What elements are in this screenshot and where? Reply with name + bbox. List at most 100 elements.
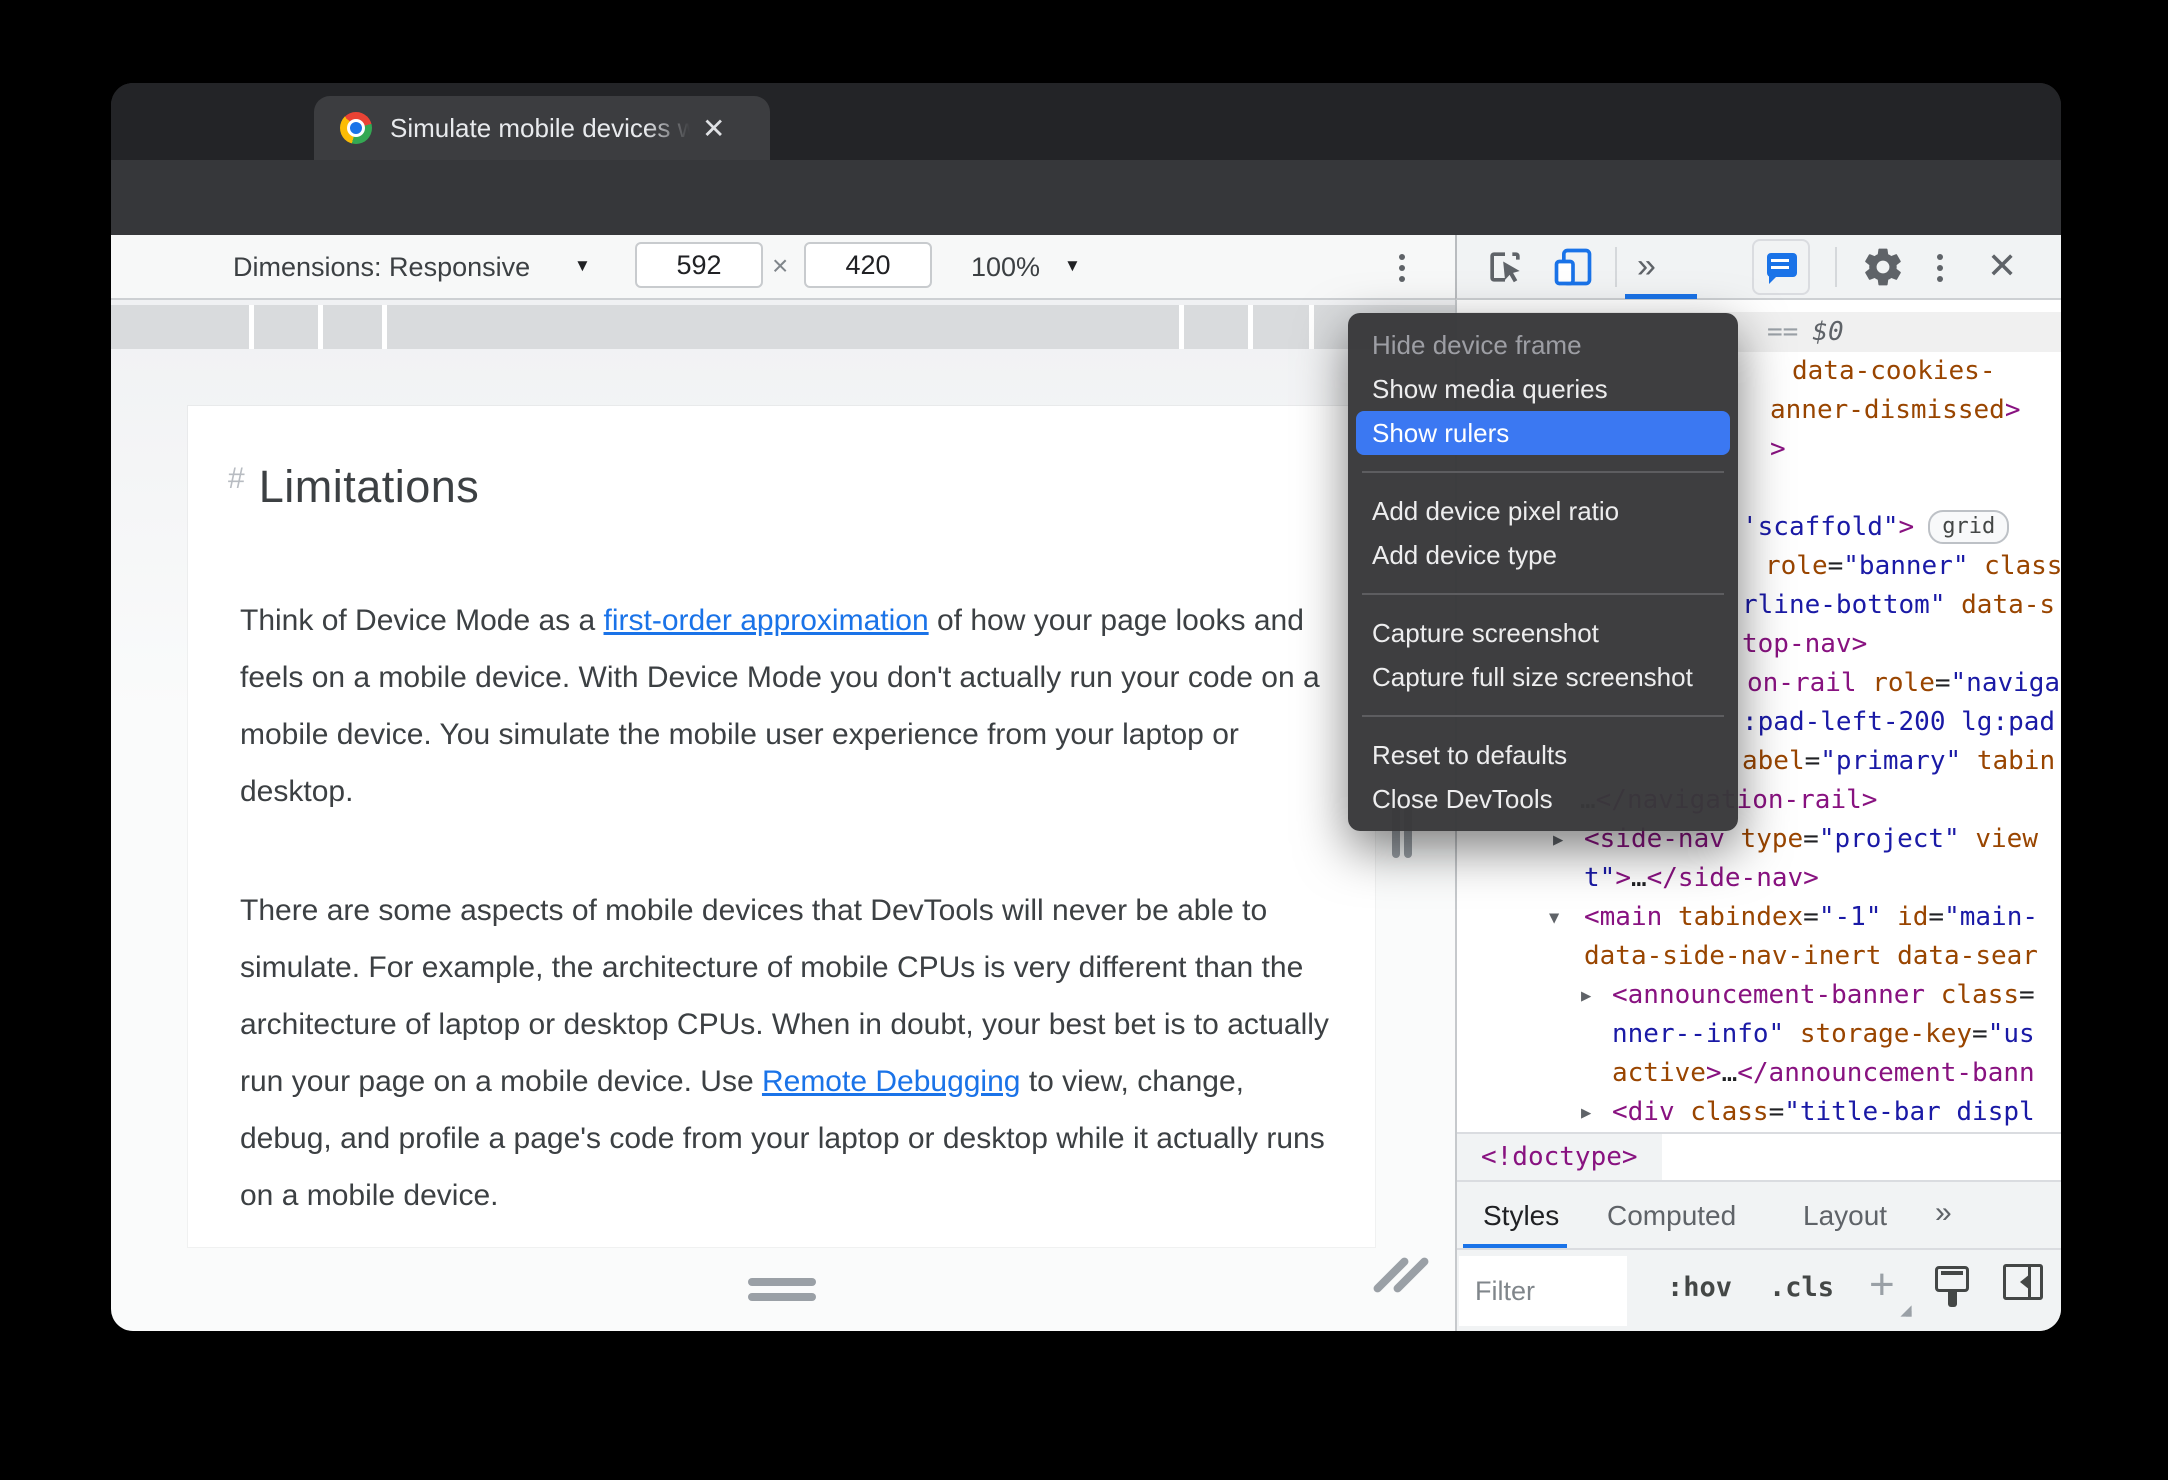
code-token: = [1803,902,1819,932]
viewport-resize-handle-bottom[interactable] [748,1293,816,1301]
settings-gear-icon[interactable] [1861,245,1905,289]
snap-tick [382,305,387,349]
devtools-toolbar: » ✕ [1455,235,2061,300]
code-token: tabin [1976,746,2056,776]
more-panels-icon[interactable]: » [1637,247,1656,286]
computed-sidebar-toggle-icon[interactable] [2003,1264,2043,1300]
dom-tree-line[interactable]: ▼ <main tabindex="-1" id="main- [1457,898,2061,937]
viewport-resize-handle-bottom[interactable] [748,1278,816,1286]
code-token: class [1984,551,2061,581]
toolbar-divider [1835,247,1837,287]
menu-item-reset-to-defaults[interactable]: Reset to defaults [1356,733,1730,777]
code-token: <announcement-banner [1612,980,1926,1010]
styles-filter-input[interactable] [1459,1256,1627,1326]
snap-tick [1248,305,1253,349]
page-heading: # Limitations [228,461,479,513]
browser-window: Simulate mobile devices with D ✕ + ⌄ ← →… [111,83,2061,1331]
expand-arrow-icon[interactable]: ▼ [1549,899,1559,938]
code-token: anner-dismissed [1770,395,2005,425]
snap-tick [249,305,254,349]
page-link[interactable]: Remote Debugging [762,1065,1021,1098]
code-token: = [1768,1097,1785,1127]
expand-arrow-icon[interactable]: ▶ [1581,1094,1591,1132]
code-token: = [1827,551,1844,581]
device-toolbar-options-icon[interactable] [1399,249,1405,287]
toggle-pseudo-state-button[interactable]: :hov [1667,1272,1732,1303]
zoom-dropdown[interactable]: 100% [971,252,1040,283]
page-link[interactable]: first-order approximation [604,604,929,637]
page-title: Limitations [258,461,480,512]
tab-styles[interactable]: Styles [1462,1200,1568,1249]
dimensions-times-label: × [772,250,789,281]
code-token: tabindex [1677,902,1804,932]
code-token: > [1898,512,1915,542]
tab-title: Simulate mobile devices with D [390,112,690,143]
code-token: = [1803,824,1819,854]
code-token: data-cookies- [1792,356,1996,386]
code-token: "project" [1818,824,1960,854]
menu-item-show-media-queries[interactable]: Show media queries [1356,367,1730,411]
menu-item-capture-screenshot[interactable]: Capture screenshot [1356,611,1730,655]
selected-node-equals: == [1767,317,1799,347]
zoom-caret-icon[interactable]: ▼ [1064,256,1081,276]
code-token: "title-bar displ [1784,1097,2035,1127]
dom-tree-line[interactable]: t">…</side-nav> [1457,859,2061,898]
code-token: > [1770,434,1786,464]
more-sidebar-tabs-icon[interactable]: » [1935,1196,1952,1230]
feedback-button[interactable] [1752,239,1810,295]
expand-arrow-icon[interactable]: ▶ [1581,977,1591,1016]
menu-item-capture-full-size-screenshot[interactable]: Capture full size screenshot [1356,655,1730,699]
breadcrumb-doctype[interactable]: <!doctype> [1457,1134,1662,1182]
devtools-menu-icon[interactable] [1937,249,1943,287]
code-token: … [1721,1058,1738,1088]
code-token: role [1765,551,1828,581]
device-mode-toolbar: Dimensions: Responsive ▼ × 100% ▼ [111,235,1455,300]
rendering-emulation-icon[interactable] [1935,1266,1969,1307]
code-token: :pad-left-200 lg:pad [1742,707,2056,737]
selected-node-dollar0: $0 [1812,317,1844,347]
tab-close-icon[interactable]: ✕ [702,112,725,145]
inspect-element-icon[interactable] [1483,245,1527,289]
menu-item-close-devtools[interactable]: Close DevTools [1356,777,1730,821]
tab-computed[interactable]: Computed [1607,1200,1736,1232]
toggle-device-toolbar-icon[interactable] [1551,245,1595,289]
dom-tree-line[interactable]: ▶ <announcement-banner class= [1457,976,2061,1015]
snap-tick [1309,305,1314,349]
code-token: active [1612,1058,1706,1088]
browser-toolbar: ← → ⟳ i localhost:8080/docs/devtools/dev… [111,160,2061,304]
code-token: data-s [1961,590,2056,620]
menu-item-add-device-type[interactable]: Add device type [1356,533,1730,577]
code-token: </announcement-bann [1737,1058,2035,1088]
new-style-rule-button[interactable]: + [1869,1260,1895,1310]
heading-anchor-hash[interactable]: # [228,462,245,495]
dom-tree-line[interactable]: nner--info" storage-key="us [1457,1015,2061,1054]
devtools-close-icon[interactable]: ✕ [1987,245,2017,287]
dimensions-caret-icon[interactable]: ▼ [574,256,591,276]
browser-tab[interactable]: Simulate mobile devices with D ✕ [314,96,770,160]
tab-layout[interactable]: Layout [1803,1200,1887,1232]
menu-item-show-rulers[interactable]: Show rulers [1356,411,1730,455]
code-token: "primary" [1820,746,1962,776]
code-token: "naviga [1950,668,2061,698]
viewport-height-input[interactable] [804,242,932,288]
code-token: … [1630,863,1647,893]
dimensions-dropdown[interactable]: Dimensions: Responsive [233,252,530,283]
menu-item-add-device-pixel-ratio[interactable]: Add device pixel ratio [1356,489,1730,533]
viewport-width-input[interactable] [635,242,763,288]
dom-tree-line[interactable]: ▶ <div class="title-bar displ [1457,1093,2061,1132]
simulated-viewport: # Limitations Think of Device Mode as a f… [188,406,1375,1247]
dom-tree-line[interactable]: data-side-nav-inert data-sear [1457,937,2061,976]
dom-tree-line[interactable]: active>…</announcement-bann [1457,1054,2061,1093]
snap-tick [318,305,323,349]
toggle-class-button[interactable]: .cls [1769,1272,1834,1303]
code-token: = [2019,980,2035,1010]
media-query-strip[interactable] [111,305,1455,349]
grid-badge[interactable]: grid [1928,510,2010,544]
code-token: data-side-nav-inert data-sear [1584,941,2038,971]
